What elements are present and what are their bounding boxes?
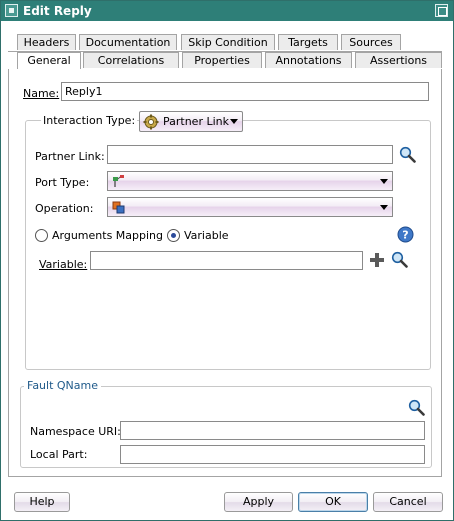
chevron-down-icon [380,179,388,184]
local-part-field[interactable] [120,445,425,464]
variable-search-icon[interactable] [391,251,408,268]
tab-annotations[interactable]: Annotations [265,52,352,68]
cancel-button[interactable]: Cancel [373,492,443,512]
add-variable-icon[interactable] [369,252,385,268]
tab-assertions[interactable]: Assertions [355,52,442,68]
operation-icon [112,201,125,214]
partner-link-label: Partner Link: [35,150,105,163]
arguments-mapping-label[interactable]: Arguments Mapping [52,229,163,242]
name-field[interactable]: Reply1 [61,82,429,101]
interaction-type-combo[interactable]: Partner Link [139,111,243,132]
port-type-combo[interactable] [107,171,393,191]
tab-headers[interactable]: Headers [17,34,76,50]
variable-radio[interactable] [167,229,180,242]
fault-qname-title: Fault QName [24,379,102,392]
interaction-type-label: Interaction Type: [41,114,138,127]
fault-search-icon[interactable] [408,399,425,416]
help-icon[interactable]: ? [397,226,414,243]
window-menu-icon[interactable] [5,4,18,17]
chevron-down-icon [380,205,388,210]
edit-reply-dialog: Edit Reply Headers Documentation Skip Co… [0,0,454,521]
partner-link-icon [143,114,159,130]
namespace-uri-field[interactable] [120,421,425,440]
namespace-uri-label: Namespace URI: [30,425,121,438]
port-type-icon [113,175,124,187]
tab-general[interactable]: General [17,52,81,69]
operation-label: Operation: [35,202,94,215]
partner-link-search-icon[interactable] [399,146,416,163]
chevron-down-icon [230,119,238,124]
title-bar: Edit Reply [1,1,453,21]
tab-correlations[interactable]: Correlations [83,52,179,68]
tab-properties[interactable]: Properties [182,52,262,68]
tab-documentation[interactable]: Documentation [79,34,177,50]
ok-button[interactable]: OK [298,492,368,512]
name-label: Name: [23,87,60,100]
variable-radio-label[interactable]: Variable [184,229,229,242]
apply-button[interactable]: Apply [224,492,293,512]
tab-targets[interactable]: Targets [278,34,338,50]
local-part-label: Local Part: [30,448,88,461]
variable-field[interactable] [90,251,363,270]
variable-label: Variable: [39,258,88,271]
tab-sources[interactable]: Sources [341,34,401,50]
port-type-label: Port Type: [35,176,90,189]
partner-link-field[interactable] [107,145,393,164]
help-button[interactable]: Help [14,492,70,512]
interaction-type-value: Partner Link [163,115,229,128]
tab-skip-condition[interactable]: Skip Condition [181,34,275,50]
arguments-mapping-radio[interactable] [35,229,48,242]
maximize-icon[interactable] [435,4,448,17]
window-title: Edit Reply [23,4,92,18]
operation-combo[interactable] [107,197,393,217]
svg-text:?: ? [402,229,408,242]
